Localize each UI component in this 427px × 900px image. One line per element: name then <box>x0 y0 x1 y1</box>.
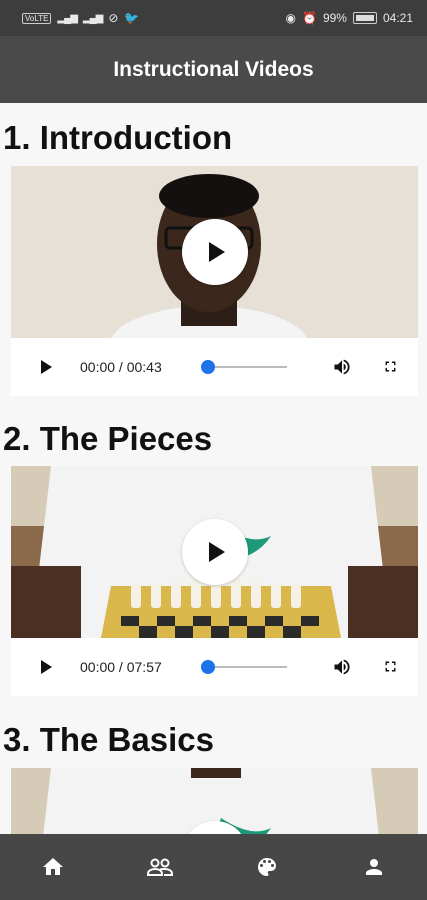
page-title: Instructional Videos <box>113 57 314 81</box>
video-controls: 00:00 / 00:43 <box>11 338 418 396</box>
video-title: 1. Introduction <box>3 119 233 156</box>
video-section-2: 2. The Pieces 00:00 / 07:57 <box>0 403 427 703</box>
video-player[interactable]: 00:00 / 07:57 <box>11 466 418 696</box>
play-overlay-button[interactable] <box>181 519 248 585</box>
video-controls: 00:00 / 07:57 <box>11 638 418 696</box>
clock: 04:21 <box>382 11 413 25</box>
play-button[interactable] <box>41 360 52 374</box>
seek-thumb[interactable] <box>201 360 215 374</box>
eye-icon: ◉ <box>285 11 296 25</box>
volume-icon[interactable] <box>331 657 353 677</box>
signal-icon-2: ▂▄▆ <box>82 12 103 24</box>
seek-slider[interactable] <box>201 660 287 674</box>
nav-home[interactable] <box>23 834 83 900</box>
nav-palette[interactable] <box>237 834 297 900</box>
fullscreen-icon[interactable] <box>382 358 399 375</box>
video-player[interactable]: 00:00 / 00:43 <box>11 166 418 396</box>
nav-profile[interactable] <box>344 834 404 900</box>
video-section-1: 1. Introduction 00:00 / 00:43 <box>0 103 427 403</box>
video-list[interactable]: 1. Introduction 00:00 / 00:43 2. The Pie… <box>0 103 427 834</box>
nav-people[interactable] <box>130 834 190 900</box>
status-left: VoLTE ▂▄▆ ▂▄▆ ⊘ 🐦 <box>22 11 139 25</box>
home-icon <box>43 858 64 875</box>
seek-slider[interactable] <box>201 360 287 374</box>
play-icon <box>209 542 225 562</box>
people-icon <box>147 858 174 876</box>
video-title: 3. The Basics <box>3 721 214 758</box>
signal-icon: ▂▄▆ <box>57 12 77 24</box>
seek-track <box>203 366 287 368</box>
play-button[interactable] <box>41 660 52 674</box>
battery-icon <box>352 12 377 24</box>
video-thumbnail[interactable] <box>11 768 418 834</box>
battery-percent: 99% <box>322 11 347 25</box>
video-title: 2. The Pieces <box>3 420 213 457</box>
video-time: 00:00 / 07:57 <box>80 659 162 675</box>
video-player[interactable] <box>11 768 418 834</box>
status-right: ◉ ⏰ 99% 04:21 <box>286 11 414 25</box>
play-overlay-button[interactable] <box>181 219 248 285</box>
data-saver-icon: ⊘ <box>108 11 119 25</box>
video-section-3: 3. The Basics <box>0 703 427 834</box>
seek-thumb[interactable] <box>201 660 215 674</box>
video-thumbnail[interactable] <box>11 466 418 638</box>
app-bar: Instructional Videos <box>0 36 427 103</box>
twitter-icon: 🐦 <box>124 11 140 25</box>
fullscreen-icon[interactable] <box>382 658 399 675</box>
person-icon <box>365 859 382 875</box>
play-icon <box>209 242 225 262</box>
alarm-icon: ⏰ <box>301 11 317 25</box>
video-time: 00:00 / 00:43 <box>80 359 162 375</box>
bottom-navigation <box>0 834 427 900</box>
palette-icon <box>257 858 276 876</box>
volume-icon[interactable] <box>331 357 353 377</box>
video-thumbnail[interactable] <box>11 166 418 338</box>
volte-icon: VoLTE <box>22 12 52 24</box>
seek-track <box>203 666 287 668</box>
status-bar: VoLTE ▂▄▆ ▂▄▆ ⊘ 🐦 ◉ ⏰ 99% 04:21 <box>0 0 427 36</box>
